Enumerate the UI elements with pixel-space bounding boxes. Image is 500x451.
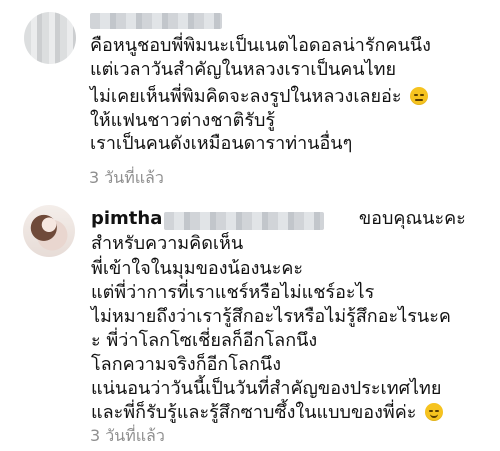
reply-line-6: ะ พี่ว่าโลกโซเชี่ยลก็อีกโลกนึง bbox=[91, 330, 318, 351]
reply-line-1: ขอบคุณนะคะ bbox=[358, 208, 466, 229]
username[interactable]: pimtha bbox=[91, 208, 162, 229]
smiling-face-icon bbox=[425, 403, 444, 421]
comment-line-3: ไม่เคยเห็นพี่พิมคิดจะลงรูปในหลวงเลยอ่ะ bbox=[90, 86, 429, 108]
comment-line-4: ให้แฟนชาวต่างชาติรับรู้ bbox=[90, 110, 276, 131]
reply-time: 3 วันที่แล้ว bbox=[90, 426, 165, 445]
reply-line-7: โลกความจริงก็อีกโลกนึง bbox=[91, 354, 282, 375]
avatar[interactable] bbox=[24, 12, 76, 64]
blurred-avatar-image bbox=[24, 12, 76, 64]
comment-time: 3 วันที่แล้ว bbox=[89, 168, 164, 187]
redacted-username bbox=[90, 13, 222, 29]
reply-line-3: พี่เข้าใจในมุมของน้องนะคะ bbox=[91, 258, 304, 279]
unamused-face-icon bbox=[410, 87, 429, 105]
comment-line-2: แต่เวลาวันสำคัญในหลวงเราเป็นคนไทย bbox=[90, 59, 397, 80]
reply-line-8: แน่นอนว่าวันนี้เป็นวันที่สำคัญของประเทศไ… bbox=[91, 378, 442, 399]
comment-2: pimtha ขอบคุณนะคะ สำหรับความคิดเห็น พี่เ… bbox=[0, 202, 500, 451]
comment-line-3-text: ไม่เคยเห็นพี่พิมคิดจะลงรูปในหลวงเลยอ่ะ bbox=[90, 86, 402, 107]
comment-1: คือหนูชอบพี่พิมนะเป็นเนตไอดอลน่ารักคนนึง… bbox=[0, 0, 500, 200]
reply-first-line: pimtha ขอบคุณนะคะ bbox=[91, 208, 466, 230]
comment-line-1: คือหนูชอบพี่พิมนะเป็นเนตไอดอลน่ารักคนนึง bbox=[90, 35, 431, 56]
reply-line-5: ไม่หมายถึงว่าเรารู้สึกอะไรหรือไม่รู้สึกอ… bbox=[91, 306, 451, 327]
reply-line-9: และพี่ก็รับรู้และรู้สึกซาบซึ้งในแบบของพี… bbox=[91, 402, 444, 424]
avatar[interactable] bbox=[23, 205, 75, 257]
profile-avatar-image bbox=[23, 205, 75, 257]
reply-line-2: สำหรับความคิดเห็น bbox=[91, 233, 244, 254]
comment-line-5: เราเป็นคนดังเหมือนดาราท่านอื่นๆ bbox=[90, 133, 353, 154]
reply-line-9-text: และพี่ก็รับรู้และรู้สึกซาบซึ้งในแบบของพี… bbox=[91, 402, 417, 423]
reply-line-4: แต่พี่ว่าการที่เราแชร์หรือไม่แชร์อะไร bbox=[91, 282, 375, 303]
